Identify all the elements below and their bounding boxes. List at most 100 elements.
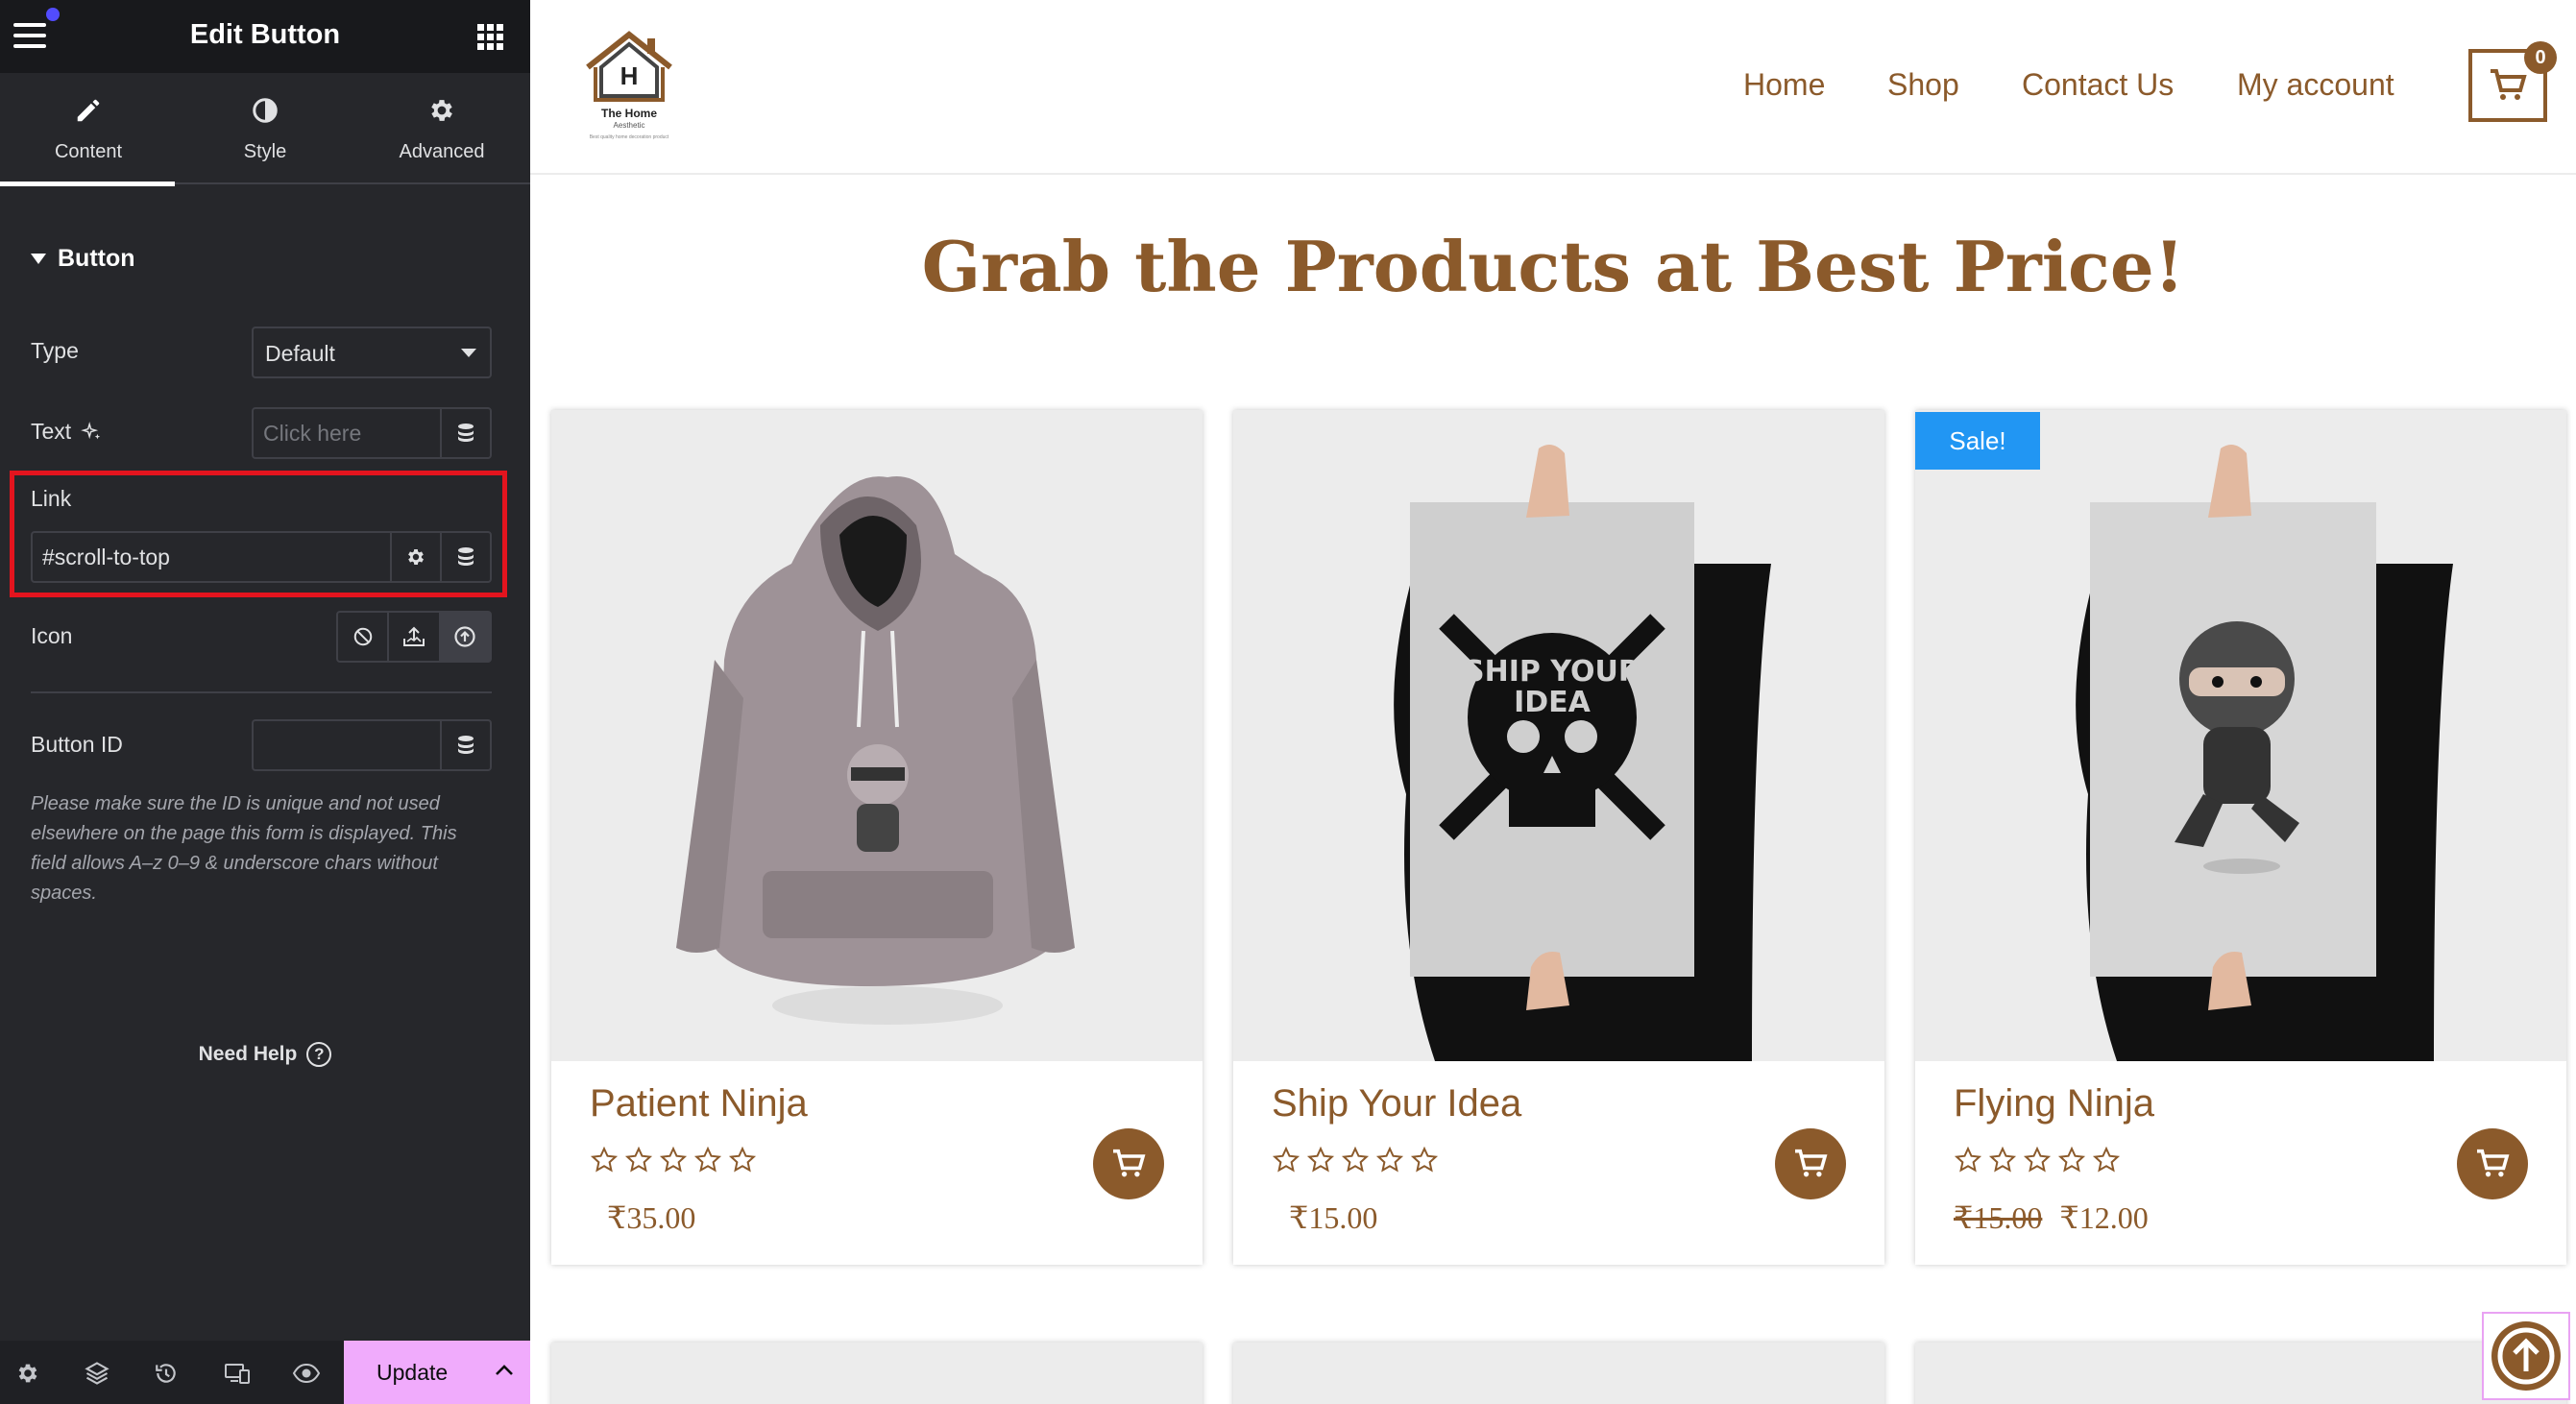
star-icon: [693, 1146, 722, 1179]
svg-text:H: H: [620, 61, 639, 90]
cart-icon: [1113, 1149, 1146, 1177]
icon-choice-group: [336, 611, 492, 663]
text-label-row: Text: [31, 419, 102, 445]
current-price: ₹35.00: [607, 1200, 696, 1235]
add-to-cart-button[interactable]: [2457, 1128, 2528, 1199]
preview-eye-icon[interactable]: [292, 1359, 321, 1388]
logo-subtitle: Aesthetic: [613, 121, 645, 130]
star-icon: [1341, 1146, 1370, 1179]
cart-icon: [2477, 1149, 2510, 1177]
dynamic-tags-icon[interactable]: [440, 409, 490, 457]
need-help-link[interactable]: Need Help ?: [0, 1042, 530, 1067]
product-card-row2-1[interactable]: [551, 1343, 1203, 1404]
star-icon: [1375, 1146, 1404, 1179]
star-icon: [2057, 1146, 2086, 1179]
tab-style[interactable]: Style: [177, 73, 353, 184]
tab-advanced-label: Advanced: [399, 141, 485, 162]
nav-shop[interactable]: Shop: [1887, 67, 1959, 103]
star-icon: [728, 1146, 757, 1179]
update-label: Update: [377, 1360, 449, 1385]
product-name[interactable]: Flying Ninja: [1954, 1082, 2154, 1126]
dropdown-arrow-icon: [461, 349, 476, 357]
half-circle-icon: [177, 96, 353, 127]
poster-text-line-1: SHIP YOUR: [1464, 655, 1640, 689]
panel-tabs: Content Style Advanced: [0, 73, 530, 186]
link-options-gear-icon[interactable]: [390, 533, 440, 581]
nav-home[interactable]: Home: [1743, 67, 1825, 103]
dynamic-tags-icon[interactable]: [440, 533, 490, 581]
type-value: Default: [265, 341, 335, 366]
cart-icon: [1795, 1149, 1828, 1177]
dynamic-tags-icon[interactable]: [440, 721, 490, 769]
logo-tagline: Best quality home decoration product: [589, 134, 669, 140]
site-header: H The Home Aesthetic Best quality home d…: [530, 0, 2576, 175]
upload-svg-icon[interactable]: [389, 613, 441, 661]
ai-sparkle-icon[interactable]: [81, 421, 102, 443]
responsive-mode-icon[interactable]: [223, 1359, 252, 1388]
current-price: ₹15.00: [1289, 1200, 1378, 1235]
need-help-label: Need Help: [198, 1043, 298, 1065]
icon-label: Icon: [31, 623, 73, 648]
site-preview: H The Home Aesthetic Best quality home d…: [530, 0, 2576, 1404]
product-card-row2-3[interactable]: [1915, 1343, 2566, 1404]
header-cart-button[interactable]: 0: [2468, 41, 2557, 122]
text-input[interactable]: Click here: [252, 407, 492, 459]
page-heading: Grab the Products at Best Price!: [921, 226, 2185, 307]
nav-my-account[interactable]: My account: [2237, 67, 2394, 103]
section-button-toggle[interactable]: Button: [31, 245, 135, 273]
product-card-ship-your-idea[interactable]: SHIP YOUR IDEA Ship Your Idea ₹15.00: [1233, 410, 1884, 1265]
product-card-row2-2[interactable]: [1233, 1343, 1884, 1404]
star-icon: [624, 1146, 653, 1179]
tab-advanced[interactable]: Advanced: [353, 73, 530, 184]
tab-style-label: Style: [243, 141, 287, 162]
product-name[interactable]: Ship Your Idea: [1272, 1082, 1521, 1126]
rating-stars: [1954, 1146, 2121, 1179]
link-label: Link: [31, 486, 72, 511]
cart-icon: [2491, 69, 2527, 100]
icon-library-option[interactable]: [440, 613, 490, 661]
pencil-icon: [0, 96, 177, 127]
no-icon-option[interactable]: [338, 613, 390, 661]
star-icon: [1306, 1146, 1335, 1179]
site-logo[interactable]: H The Home Aesthetic Best quality home d…: [576, 29, 682, 144]
product-image-poster[interactable]: SHIP YOUR IDEA: [1233, 410, 1884, 1061]
type-select[interactable]: Default: [252, 327, 492, 378]
tab-content-label: Content: [54, 141, 123, 162]
button-id-help-text: Please make sure the ID is unique and no…: [31, 793, 457, 904]
layers-icon[interactable]: [83, 1359, 111, 1388]
type-label: Type: [31, 338, 79, 363]
question-icon: ?: [306, 1042, 332, 1067]
star-icon: [1988, 1146, 2017, 1179]
product-card-flying-ninja[interactable]: Sale! Flying Ninja ₹15.00 ₹12.00: [1915, 410, 2566, 1265]
star-icon: [659, 1146, 688, 1179]
logo-name: The Home: [600, 107, 657, 120]
gear-icon: [353, 96, 530, 127]
editor-panel: Edit Button Content Style Advanced Butto…: [0, 0, 530, 1404]
text-placeholder: Click here: [263, 421, 362, 446]
settings-gear-icon[interactable]: [13, 1359, 42, 1388]
link-value: #scroll-to-top: [42, 545, 170, 569]
add-to-cart-button[interactable]: [1775, 1128, 1846, 1199]
button-id-input[interactable]: [252, 719, 492, 771]
scroll-to-top-button[interactable]: [2482, 1312, 2570, 1400]
update-button[interactable]: Update: [344, 1341, 530, 1404]
sale-badge: Sale!: [1915, 412, 2040, 470]
product-name[interactable]: Patient Ninja: [590, 1082, 808, 1126]
tab-content[interactable]: Content: [0, 73, 177, 186]
product-image-ninja-poster[interactable]: Sale!: [1915, 410, 2566, 1061]
panel-title: Edit Button: [189, 19, 341, 50]
product-card-patient-ninja[interactable]: Patient Ninja ₹35.00: [551, 410, 1203, 1265]
product-image-hoodie[interactable]: [551, 410, 1203, 1061]
panel-footer: Update: [0, 1341, 530, 1404]
add-to-cart-button[interactable]: [1093, 1128, 1164, 1199]
link-input[interactable]: #scroll-to-top: [31, 531, 492, 583]
star-icon: [1954, 1146, 1982, 1179]
old-price: ₹15.00: [1954, 1200, 2043, 1235]
text-label: Text: [31, 419, 72, 444]
chevron-up-icon[interactable]: [494, 1362, 515, 1384]
history-icon[interactable]: [152, 1359, 181, 1388]
nav-contact-us[interactable]: Contact Us: [2022, 67, 2174, 103]
star-icon: [2023, 1146, 2052, 1179]
star-icon: [2092, 1146, 2121, 1179]
widgets-grid-icon[interactable]: [477, 24, 503, 50]
